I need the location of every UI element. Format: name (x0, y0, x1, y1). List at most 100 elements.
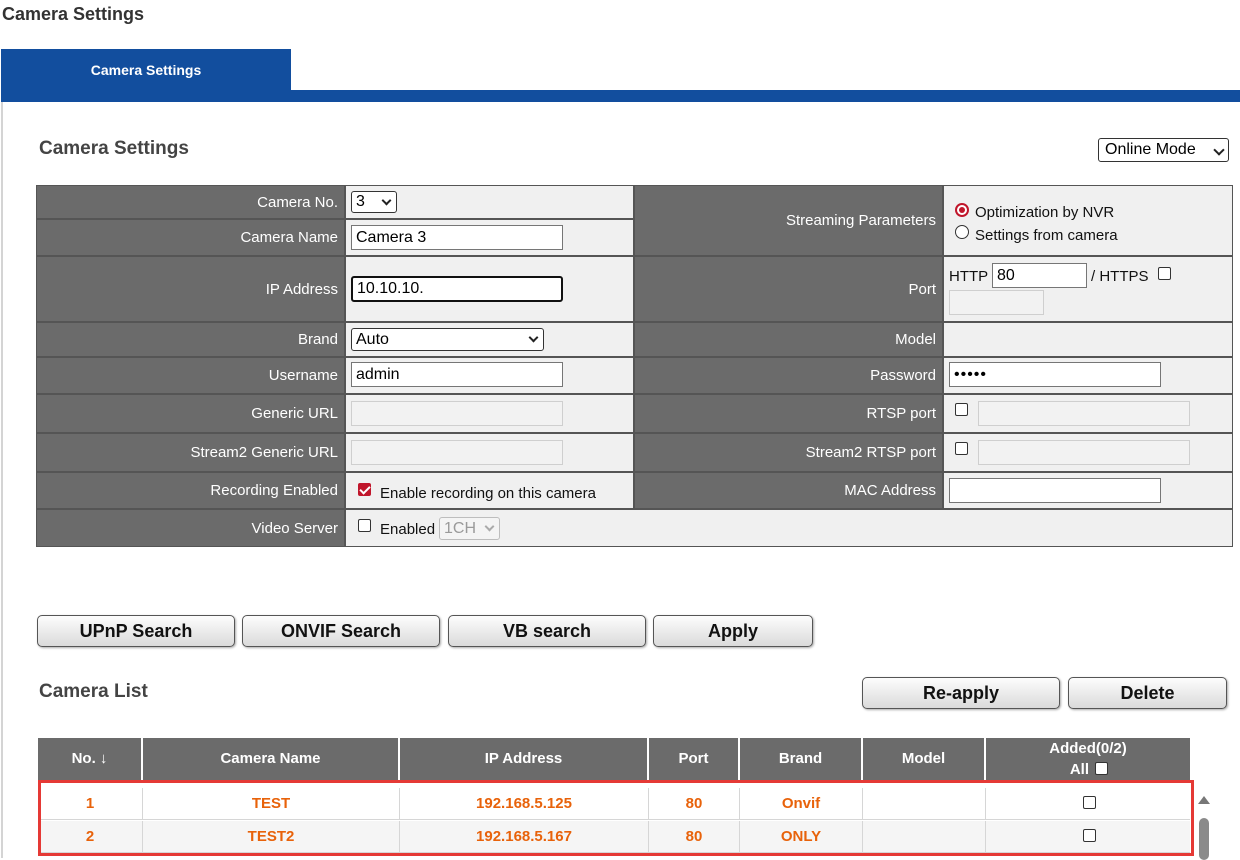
username-label: Username (37, 358, 344, 393)
apply-button[interactable]: Apply (653, 615, 813, 647)
generic-url-cell (346, 395, 633, 432)
column-header-ip-address[interactable]: IP Address (400, 738, 649, 780)
mode-select-value: Online Mode (1105, 141, 1196, 158)
camera-no-select[interactable]: 3 (351, 191, 397, 213)
video-server-channel-select[interactable]: 1CH (439, 517, 500, 540)
settings-from-camera-label: Settings from camera (975, 227, 1118, 244)
stream2-rtsp-port-cell (944, 434, 1232, 471)
generic-url-input[interactable] (351, 401, 563, 426)
camera-list-title: Camera List (39, 681, 148, 702)
rtsp-port-label: RTSP port (635, 395, 942, 432)
radio-settings-from-camera[interactable] (955, 225, 969, 239)
username-label-text: Username (268, 367, 338, 384)
stream2-rtsp-port-checkbox[interactable] (955, 442, 968, 455)
select-all-label: All (1069, 761, 1089, 778)
recording-enabled-label-text: Recording Enabled (210, 482, 338, 499)
reapply-button[interactable]: Re-apply (862, 677, 1060, 709)
port-label-text: Port (908, 280, 936, 298)
http-label: HTTP (949, 268, 989, 285)
rtsp-port-checkbox[interactable] (955, 403, 968, 416)
radio-optimization-by-nvr[interactable] (955, 203, 969, 217)
stream2-generic-url-label-text: Stream2 Generic URL (190, 444, 338, 461)
chevron-down-icon (381, 195, 392, 206)
brand-label-text: Brand (297, 331, 338, 348)
ip-address-label: IP Address (37, 257, 344, 321)
vb-search-button[interactable]: VB search (448, 615, 646, 647)
camera-no-value: 3 (356, 193, 365, 210)
mac-address-label: MAC Address (635, 473, 942, 508)
mac-address-input[interactable] (949, 478, 1161, 503)
delete-button[interactable]: Delete (1068, 677, 1227, 709)
password-label-text: Password (870, 367, 936, 384)
stream2-rtsp-port-label: Stream2 RTSP port (635, 434, 942, 471)
camera-list-header: No. ↓ Camera Name IP Address Port Brand … (38, 738, 1190, 780)
page-title: Camera Settings (2, 4, 145, 24)
ip-address-input[interactable]: 10.10.10. (351, 276, 563, 302)
https-label: / HTTPS (1091, 268, 1149, 285)
column-header-no[interactable]: No. ↓ (38, 738, 143, 780)
generic-url-label-text: Generic URL (251, 405, 338, 422)
column-header-added: Added(0/2) All (986, 738, 1190, 780)
brand-cell: Auto (346, 323, 633, 356)
mac-address-label-text: MAC Address (844, 482, 936, 499)
streaming-parameters-label-text: Streaming Parameters (785, 212, 936, 229)
recording-enabled-text: Enable recording on this camera (380, 485, 596, 502)
camera-no-cell: 3 (346, 186, 633, 218)
video-server-label: Video Server (37, 510, 344, 546)
scroll-up-arrow-icon[interactable] (1198, 796, 1210, 804)
optimization-by-nvr-label: Optimization by NVR (975, 204, 1115, 221)
settings-section-title: Camera Settings (39, 138, 189, 159)
video-server-checkbox[interactable] (358, 519, 371, 532)
username-input[interactable]: admin (351, 362, 563, 387)
recording-enabled-checkbox[interactable] (358, 483, 371, 496)
username-cell: admin (346, 358, 633, 393)
camera-name-input[interactable]: Camera 3 (351, 225, 563, 250)
select-all-checkbox[interactable] (1095, 762, 1109, 775)
list-scrollbar[interactable] (1196, 790, 1212, 860)
upnp-search-button[interactable]: UPnP Search (37, 615, 235, 647)
tab-bar: Camera Settings (0, 48, 1240, 102)
stream2-generic-url-cell (346, 434, 633, 471)
model-cell (944, 323, 1232, 356)
https-checkbox[interactable] (1158, 267, 1171, 280)
ip-address-cell: 10.10.10. (346, 257, 633, 321)
video-server-channel-value: 1CH (444, 520, 477, 537)
stream2-rtsp-port-label-text: Stream2 RTSP port (805, 444, 936, 461)
mac-address-cell (944, 473, 1232, 508)
stream2-rtsp-port-input[interactable] (978, 440, 1190, 465)
rtsp-port-input[interactable] (978, 401, 1190, 426)
password-input[interactable]: ••••• (949, 362, 1161, 387)
brand-value: Auto (356, 331, 389, 348)
camera-no-label-text: Camera No. (257, 193, 338, 211)
column-header-brand[interactable]: Brand (740, 738, 863, 780)
scroll-thumb[interactable] (1199, 818, 1209, 860)
onvif-search-button[interactable]: ONVIF Search (242, 615, 440, 647)
stream2-generic-url-label: Stream2 Generic URL (37, 434, 344, 471)
rtsp-port-cell (944, 395, 1232, 432)
generic-url-label: Generic URL (37, 395, 344, 432)
camera-name-cell: Camera 3 (346, 220, 633, 255)
added-count-label: Added(0/2) (1049, 740, 1127, 757)
chevron-down-icon (484, 521, 495, 532)
mode-select[interactable]: Online Mode (1098, 138, 1229, 162)
column-header-port[interactable]: Port (649, 738, 740, 780)
streaming-parameters-label: Streaming Parameters (635, 186, 942, 255)
brand-select[interactable]: Auto (351, 328, 544, 351)
video-server-enabled-text: Enabled (380, 521, 436, 538)
tab-camera-settings[interactable]: Camera Settings (1, 49, 291, 102)
select-all-wrap: All (986, 761, 1190, 778)
https-port-input[interactable] (949, 290, 1044, 315)
model-label-text: Model (895, 331, 936, 348)
column-header-camera-name[interactable]: Camera Name (143, 738, 400, 780)
settings-table: Camera No. 3 Camera Name Camera 3 Stream… (36, 185, 1233, 547)
http-port-input[interactable]: 80 (992, 263, 1087, 288)
chevron-down-icon (528, 332, 539, 343)
video-server-label-text: Video Server (251, 519, 338, 537)
rtsp-port-label-text: RTSP port (866, 405, 936, 422)
column-header-model[interactable]: Model (863, 738, 986, 780)
highlight-box (38, 780, 1194, 856)
stream2-generic-url-input[interactable] (351, 440, 563, 465)
port-cell: HTTP 80 / HTTPS (944, 257, 1232, 321)
recording-enabled-cell: Enable recording on this camera (346, 473, 633, 508)
brand-label: Brand (37, 323, 344, 356)
